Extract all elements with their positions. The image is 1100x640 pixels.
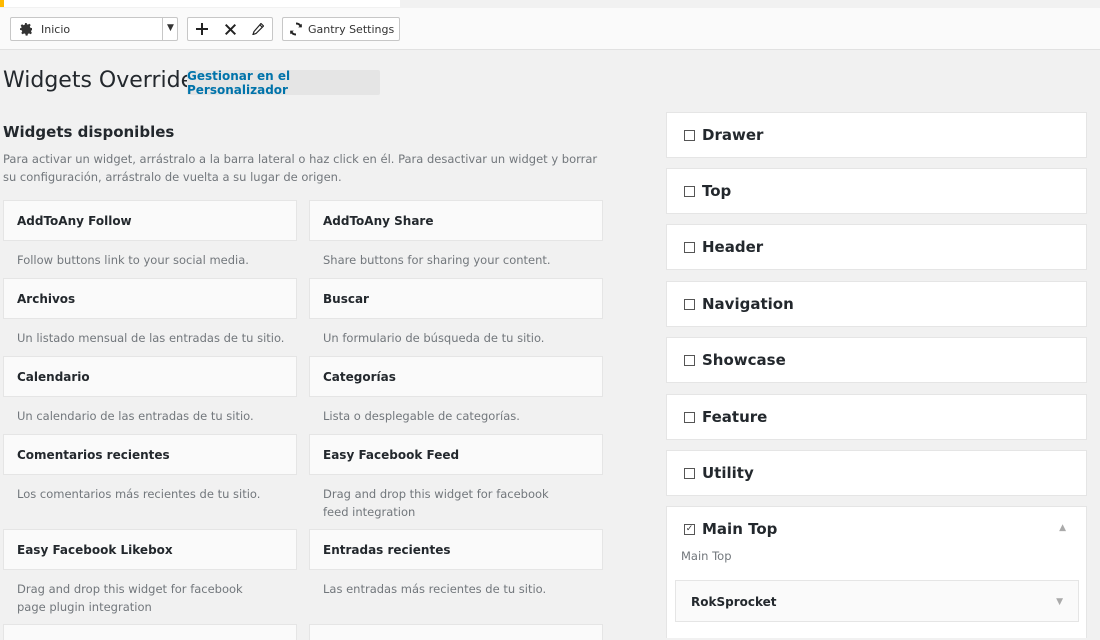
sidebar-checkbox-checked[interactable]: ✓ <box>684 524 695 535</box>
widget-description: Un calendario de las entradas de tu siti… <box>17 409 254 423</box>
refresh-icon <box>290 22 302 36</box>
delete-override-button[interactable] <box>216 18 244 40</box>
widget-title: Comentarios recientes <box>17 448 170 462</box>
widget-description: Las entradas más recientes de tu sitio. <box>323 582 547 596</box>
sidebar-checkbox[interactable] <box>684 412 695 423</box>
sidebar-navigation[interactable]: Navigation <box>666 281 1087 327</box>
gear-icon <box>20 23 32 36</box>
sidebar-name: Header <box>702 238 764 256</box>
manage-in-customizer-button[interactable]: Gestionar en el Personalizador <box>187 69 380 97</box>
sidebar-name: Navigation <box>702 295 794 313</box>
widget-description: Un formulario de búsqueda de tu sitio. <box>323 331 545 345</box>
sidebar-name: Feature <box>702 408 768 426</box>
override-toolbar: Inicio ▼ Gantry Settings <box>0 8 1100 50</box>
widget-description: Share buttons for sharing your content. <box>323 253 551 267</box>
sidebar-description: Main Top <box>681 549 732 563</box>
widget-description: Drag and drop this widget for facebook p… <box>17 582 243 614</box>
sidebar-checkbox[interactable] <box>684 130 695 141</box>
sidebar-top[interactable]: Top <box>666 168 1087 214</box>
sidebar-feature[interactable]: Feature <box>666 394 1087 440</box>
widget-title: Categorías <box>323 370 396 384</box>
available-widgets-description: Para activar un widget, arrástralo a la … <box>3 152 598 184</box>
override-actions <box>187 17 273 41</box>
sidebar-utility[interactable]: Utility <box>666 450 1087 496</box>
widget-description: Un listado mensual de las entradas de tu… <box>17 331 285 345</box>
widget-description: Follow buttons link to your social media… <box>17 253 249 267</box>
edit-override-button[interactable] <box>244 18 272 40</box>
widget-easy-facebook-likebox[interactable]: Easy Facebook Likebox <box>3 529 297 570</box>
sidebar-drawer[interactable]: Drawer <box>666 112 1087 158</box>
page-title: Widgets Override <box>3 68 195 93</box>
sidebar-checkbox[interactable] <box>684 299 695 310</box>
widget-title: Entradas recientes <box>323 543 451 557</box>
widget-description: Drag and drop this widget for facebook f… <box>323 487 549 519</box>
available-widgets-title: Widgets disponibles <box>3 123 175 141</box>
widget-archivos[interactable]: Archivos <box>3 278 297 319</box>
select-divider <box>162 18 163 40</box>
sidebar-showcase[interactable]: Showcase <box>666 337 1087 383</box>
collapse-arrow-icon[interactable]: ▲ <box>1059 523 1066 533</box>
sidebar-main-top[interactable]: ✓ Main Top ▲ Main Top RokSprocket ▼ <box>666 506 1087 638</box>
widget-partial[interactable] <box>3 624 297 640</box>
override-select[interactable]: Inicio ▼ <box>10 17 178 41</box>
sidebar-checkbox[interactable] <box>684 186 695 197</box>
pencil-icon <box>252 23 264 35</box>
sidebar-checkbox[interactable] <box>684 355 695 366</box>
widget-addtoany-share[interactable]: AddToAny Share <box>309 200 603 241</box>
widget-entradas-recientes[interactable]: Entradas recientes <box>309 529 603 570</box>
widget-title: AddToAny Follow <box>17 214 132 228</box>
widget-comentarios-recientes[interactable]: Comentarios recientes <box>3 434 297 475</box>
add-override-button[interactable] <box>188 18 216 40</box>
widget-description: Los comentarios más recientes de tu siti… <box>17 487 261 501</box>
widget-partial[interactable] <box>309 624 603 640</box>
sidebar-name: Drawer <box>702 126 764 144</box>
widget-addtoany-follow[interactable]: AddToAny Follow <box>3 200 297 241</box>
expand-arrow-icon[interactable]: ▼ <box>1056 597 1063 607</box>
widget-title: Easy Facebook Likebox <box>17 543 173 557</box>
gantry-settings-label: Gantry Settings <box>308 23 395 36</box>
sidebar-checkbox[interactable] <box>684 468 695 479</box>
sidebar-header[interactable]: Header <box>666 224 1087 270</box>
gantry-settings-button[interactable]: Gantry Settings <box>282 17 400 41</box>
chevron-down-icon[interactable]: ▼ <box>167 23 174 33</box>
sidebar-name: Top <box>702 182 732 200</box>
widget-title: AddToAny Share <box>323 214 434 228</box>
widget-easy-facebook-feed[interactable]: Easy Facebook Feed <box>309 434 603 475</box>
widget-categorias[interactable]: Categorías <box>309 356 603 397</box>
sidebar-name: Main Top <box>702 520 778 538</box>
close-icon <box>224 23 236 35</box>
sidebar-name: Showcase <box>702 351 786 369</box>
widget-title: Easy Facebook Feed <box>323 448 460 462</box>
plus-icon <box>196 23 208 35</box>
widget-title: Buscar <box>323 292 369 306</box>
sidebar-name: Utility <box>702 464 754 482</box>
top-notice-strip <box>0 0 1100 7</box>
widget-buscar[interactable]: Buscar <box>309 278 603 319</box>
sidebar-checkbox[interactable] <box>684 242 695 253</box>
widget-title: Archivos <box>17 292 76 306</box>
widget-description: Lista o desplegable de categorías. <box>323 409 520 423</box>
widget-calendario[interactable]: Calendario <box>3 356 297 397</box>
widget-title: RokSprocket <box>691 595 777 609</box>
override-select-value: Inicio <box>41 23 71 36</box>
sidebar-widget-roksprocket[interactable]: RokSprocket ▼ <box>675 580 1079 622</box>
admin-notice <box>0 0 400 7</box>
widget-title: Calendario <box>17 370 90 384</box>
